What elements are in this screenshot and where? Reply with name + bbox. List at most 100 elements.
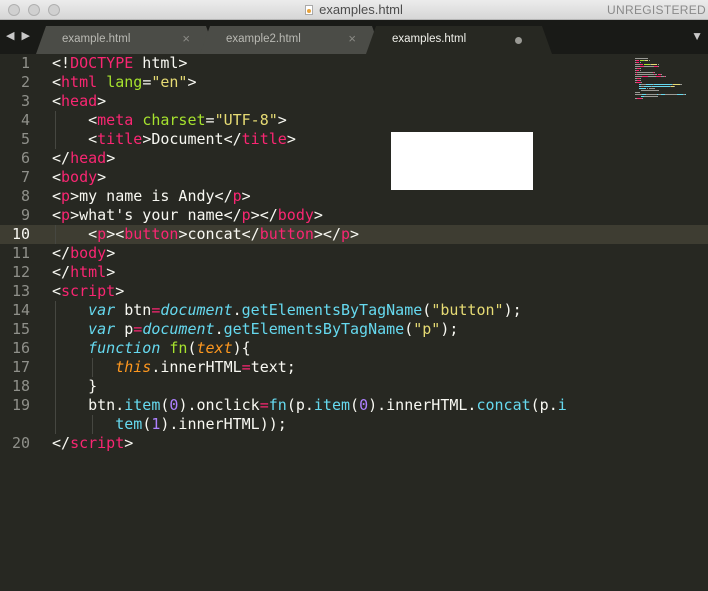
code-token: ).innerHTML. [368, 396, 477, 414]
code-token: ).innerHTML)); [160, 415, 287, 433]
code-token: p [97, 225, 107, 243]
minimap-mark [635, 92, 640, 93]
code-line[interactable]: <!DOCTYPE html> [52, 54, 187, 73]
code-line[interactable]: btn.item(0).onclick=fn(p.item(0).innerHT… [52, 396, 567, 415]
code-line[interactable]: <script> [52, 282, 124, 301]
line-number[interactable]: 1 [0, 54, 30, 73]
minimap-mark [653, 88, 655, 89]
line-number[interactable]: 15 [0, 320, 30, 339]
line-number[interactable]: 9 [0, 206, 30, 225]
code-line[interactable]: <body> [52, 168, 106, 187]
line-number[interactable]: 7 [0, 168, 30, 187]
code-token: } [52, 377, 98, 395]
line-number[interactable]: 3 [0, 92, 30, 111]
code-token: item [124, 396, 161, 414]
minimap-mark [642, 98, 644, 99]
code-token: >what's your name</ [70, 206, 242, 224]
line-number[interactable]: 19 [0, 396, 30, 415]
code-token: >< [106, 225, 125, 243]
minimap-mark [639, 62, 641, 63]
code-token: meta [97, 111, 134, 129]
code-line[interactable]: <p>what's your name</p></body> [52, 206, 323, 225]
tab-examples-html[interactable]: examples.html [366, 26, 552, 54]
line-number[interactable]: 6 [0, 149, 30, 168]
code-token: getElementsByTagName [241, 301, 423, 319]
code-token: ( [422, 301, 432, 319]
minimap-mark [639, 64, 644, 65]
code-token: >my name is Andy</ [70, 187, 233, 205]
line-number[interactable]: 14 [0, 301, 30, 320]
code-token: = [241, 358, 251, 376]
unsaved-dot-icon[interactable] [515, 37, 522, 44]
code-line[interactable]: <p><button>concat</button></p> [52, 225, 359, 244]
code-token: getElementsByTagName [223, 320, 405, 338]
code-line[interactable]: <head> [52, 92, 106, 111]
minimap-mark [647, 94, 656, 95]
tab-list-dropdown-icon[interactable]: ▼ [691, 29, 703, 43]
minimap-mark [636, 74, 654, 75]
tab-example2-html[interactable]: example2.html × [200, 26, 382, 54]
line-number[interactable]: 10 [0, 225, 30, 244]
code-editor[interactable]: 1 2 3 4 5 6 7 8 9 10 11 12 13 14 15 16 17 18 19 20 <!DOCTYP… [0, 54, 708, 591]
code-token: p [61, 187, 71, 205]
code-token: p [61, 206, 71, 224]
line-number[interactable]: 13 [0, 282, 30, 301]
minimap-mark [643, 58, 649, 59]
minimap-mark [641, 82, 643, 83]
code-line[interactable]: } [52, 377, 97, 396]
minimap-mark [644, 66, 654, 67]
code-token: document [142, 320, 215, 338]
minimap-mark [640, 78, 642, 79]
code-token: button [124, 225, 179, 243]
line-number[interactable]: 12 [0, 263, 30, 282]
code-token: . [214, 320, 224, 338]
code-token: > [106, 149, 116, 167]
code-token: (p. [286, 396, 314, 414]
minimap-mark [658, 66, 660, 67]
code-line[interactable]: <title>Document</title> [52, 130, 296, 149]
code-line[interactable]: <meta charset="UTF-8"> [52, 111, 287, 130]
minimap-mark [640, 80, 642, 81]
minimap-mark [645, 84, 653, 85]
code-token: title [97, 130, 143, 148]
code-token: > [106, 244, 116, 262]
tab-nav-arrows-icon[interactable]: ◀ ▶ [6, 29, 32, 42]
line-number[interactable]: 16 [0, 339, 30, 358]
code-line[interactable]: var btn=document.getElementsByTagName("b… [52, 301, 522, 320]
line-number[interactable]: 17 [0, 358, 30, 377]
code-token: body [70, 244, 107, 262]
line-number[interactable]: 18 [0, 377, 30, 396]
code-line[interactable]: </script> [52, 434, 133, 453]
code-token: btn. [52, 396, 125, 414]
code-token: ); [503, 301, 522, 319]
code-token: title [241, 130, 287, 148]
tab-label: example2.html [226, 33, 301, 45]
code-token: ).onclick [178, 396, 260, 414]
code-line[interactable]: this.innerHTML=text; [52, 358, 296, 377]
line-number[interactable]: 5 [0, 130, 30, 149]
tab-example-html[interactable]: example.html × [36, 26, 216, 54]
code-line[interactable]: <html lang="en"> [52, 73, 197, 92]
code-token: btn [115, 301, 152, 319]
line-number[interactable]: 8 [0, 187, 30, 206]
line-number[interactable]: 2 [0, 73, 30, 92]
code-token: = [259, 396, 269, 414]
close-icon[interactable]: × [348, 31, 356, 46]
code-line[interactable]: tem(1).innerHTML)); [52, 415, 287, 434]
code-line[interactable]: </head> [52, 149, 115, 168]
minimap[interactable] [635, 54, 708, 104]
line-number[interactable]: 20 [0, 434, 30, 453]
line-number[interactable]: 11 [0, 244, 30, 263]
close-icon[interactable]: × [182, 31, 190, 46]
code-line[interactable]: </html> [52, 263, 115, 282]
code-line[interactable]: var p=document.getElementsByTagName("p")… [52, 320, 458, 339]
code-line[interactable]: <p>my name is Andy</p> [52, 187, 251, 206]
code-token: ></ [250, 206, 278, 224]
code-token: ( [142, 415, 152, 433]
code-token: script [70, 434, 125, 452]
line-number[interactable]: 4 [0, 111, 30, 130]
code-line[interactable]: function fn(text){ [52, 339, 251, 358]
code-line[interactable]: </body> [52, 244, 115, 263]
